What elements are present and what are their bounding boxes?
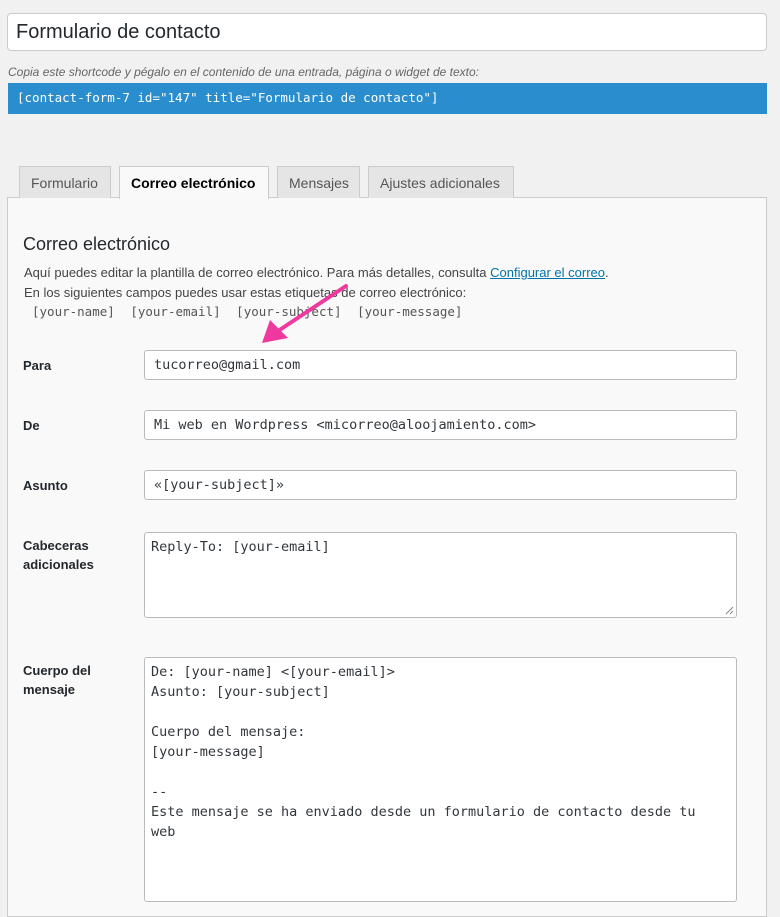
configurar-correo-link[interactable]: Configurar el correo (490, 265, 605, 280)
cuerpo-label-line: Cuerpo del (23, 663, 91, 678)
cuerpo-textarea[interactable]: De: [your-name] <[your-email]> Asunto: [… (144, 657, 737, 902)
tab-formulario[interactable]: Formulario (19, 166, 111, 198)
mail-tag: [your-subject] (236, 304, 342, 319)
description-end: . (605, 265, 609, 280)
textarea-line: [your-message] (151, 744, 265, 760)
de-input[interactable]: Mi web en Wordpress <micorreo@aloojamien… (144, 410, 737, 440)
asunto-label: Asunto (23, 478, 68, 493)
mail-tag: [your-email] (130, 304, 221, 319)
textarea-line: -- (151, 784, 168, 800)
asunto-input[interactable]: «[your-subject]» (144, 470, 737, 500)
mail-tag: [your-message] (357, 304, 463, 319)
description-text: Aquí puedes editar la plantilla de corre… (24, 265, 491, 280)
shortcode-box[interactable]: [contact-form-7 id="147" title="Formular… (8, 83, 767, 114)
textarea-line: Este mensaje se ha enviado desde un form… (151, 804, 696, 820)
cuerpo-label-line: mensaje (23, 682, 76, 697)
cabeceras-textarea[interactable]: Reply-To: [your-email] (144, 532, 737, 618)
textarea-line: De: [your-name] <[your-email]> (151, 664, 395, 680)
cabeceras-label-line: Cabeceras (23, 538, 89, 553)
textarea-line: Asunto: [your-subject] (151, 684, 330, 700)
section-description: Aquí puedes editar la plantilla de corre… (24, 265, 609, 280)
para-label: Para (23, 358, 52, 373)
para-input[interactable]: tucorreo@gmail.com (144, 350, 737, 380)
tab-ajustes-adicionales[interactable]: Ajustes adicionales (368, 166, 514, 198)
de-label: De (23, 418, 40, 433)
cabeceras-label: Cabeceras adicionales (23, 536, 94, 574)
cabeceras-label-line: adicionales (23, 557, 94, 572)
textarea-line (151, 762, 730, 782)
textarea-line: web (151, 824, 176, 840)
resize-handle-icon[interactable] (725, 606, 734, 615)
mail-tags-intro: En los siguientes campos puedes usar est… (24, 285, 467, 300)
textarea-line: Cuerpo del mensaje: (151, 724, 306, 740)
textarea-line: Reply-To: [your-email] (151, 539, 330, 555)
textarea-line (151, 702, 730, 722)
tab-mensajes[interactable]: Mensajes (277, 166, 360, 198)
section-title: Correo electrónico (23, 234, 171, 254)
tab-correo-electronico[interactable]: Correo electrónico (119, 166, 269, 199)
form-title-input[interactable]: Formulario de contacto (7, 13, 767, 51)
shortcode-hint: Copia este shortcode y pégalo en el cont… (8, 65, 480, 79)
mail-tag: [your-name] (32, 304, 115, 319)
cuerpo-label: Cuerpo del mensaje (23, 661, 91, 699)
mail-tags: [your-name] [your-email] [your-subject] … (32, 304, 470, 319)
